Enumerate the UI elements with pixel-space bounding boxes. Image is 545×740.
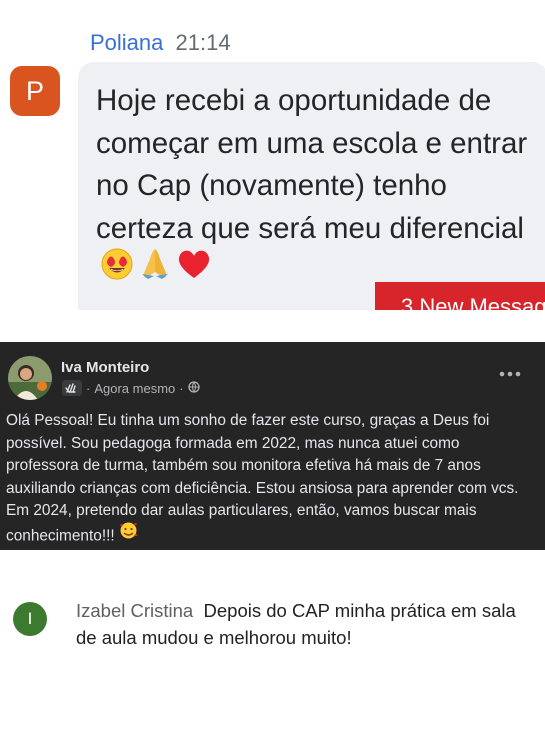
- video-comment-card: I Izabel Cristina Depois do CAP minha pr…: [0, 585, 545, 695]
- post-body: Olá Pessoal! Eu tinha um sonho de fazer …: [6, 410, 536, 549]
- smiling-hearts-emoji: [119, 521, 138, 548]
- author-avatar[interactable]: [8, 356, 52, 400]
- message-text: Hoje recebi a oportunidade de começar em…: [96, 84, 528, 245]
- post-time[interactable]: Agora mesmo: [94, 381, 175, 396]
- heart-eyes-emoji: [100, 247, 134, 294]
- message-time: 21:14: [175, 30, 231, 55]
- commenter-name[interactable]: Izabel Cristina: [76, 600, 193, 621]
- commenter-avatar[interactable]: I: [13, 602, 47, 636]
- chat-message-card: Poliana 21:14 P Hoje recebi a oportunida…: [0, 0, 545, 310]
- post-meta: · Agora mesmo ·: [62, 380, 200, 396]
- more-options-icon[interactable]: [499, 364, 521, 382]
- globe-icon: [187, 380, 200, 396]
- post-text: Olá Pessoal! Eu tinha um sonho de fazer …: [6, 412, 519, 544]
- sender-avatar[interactable]: P: [10, 66, 60, 116]
- message-header: Poliana 21:14: [90, 30, 231, 56]
- new-messages-banner[interactable]: 3 New Messages: [375, 282, 545, 310]
- sender-name[interactable]: Poliana: [90, 30, 163, 55]
- avatar-initial: P: [25, 75, 44, 106]
- social-comment-card: Iva Monteiro · Agora mesmo · Olá Pessoal…: [0, 342, 545, 550]
- folded-hands-emoji: [138, 246, 172, 295]
- message-body: Hoje recebi a oportunidade de começar em…: [96, 80, 541, 299]
- meta-separator: ·: [86, 380, 91, 396]
- sign-language-badge-icon: [62, 380, 82, 396]
- author-name[interactable]: Iva Monteiro: [61, 359, 149, 376]
- red-heart-emoji: [176, 247, 212, 294]
- avatar-initial: I: [27, 609, 33, 628]
- new-messages-label: 3 New Messages: [401, 294, 545, 310]
- comment-body: Izabel Cristina Depois do CAP minha prát…: [76, 597, 536, 651]
- meta-separator-2: ·: [179, 380, 184, 396]
